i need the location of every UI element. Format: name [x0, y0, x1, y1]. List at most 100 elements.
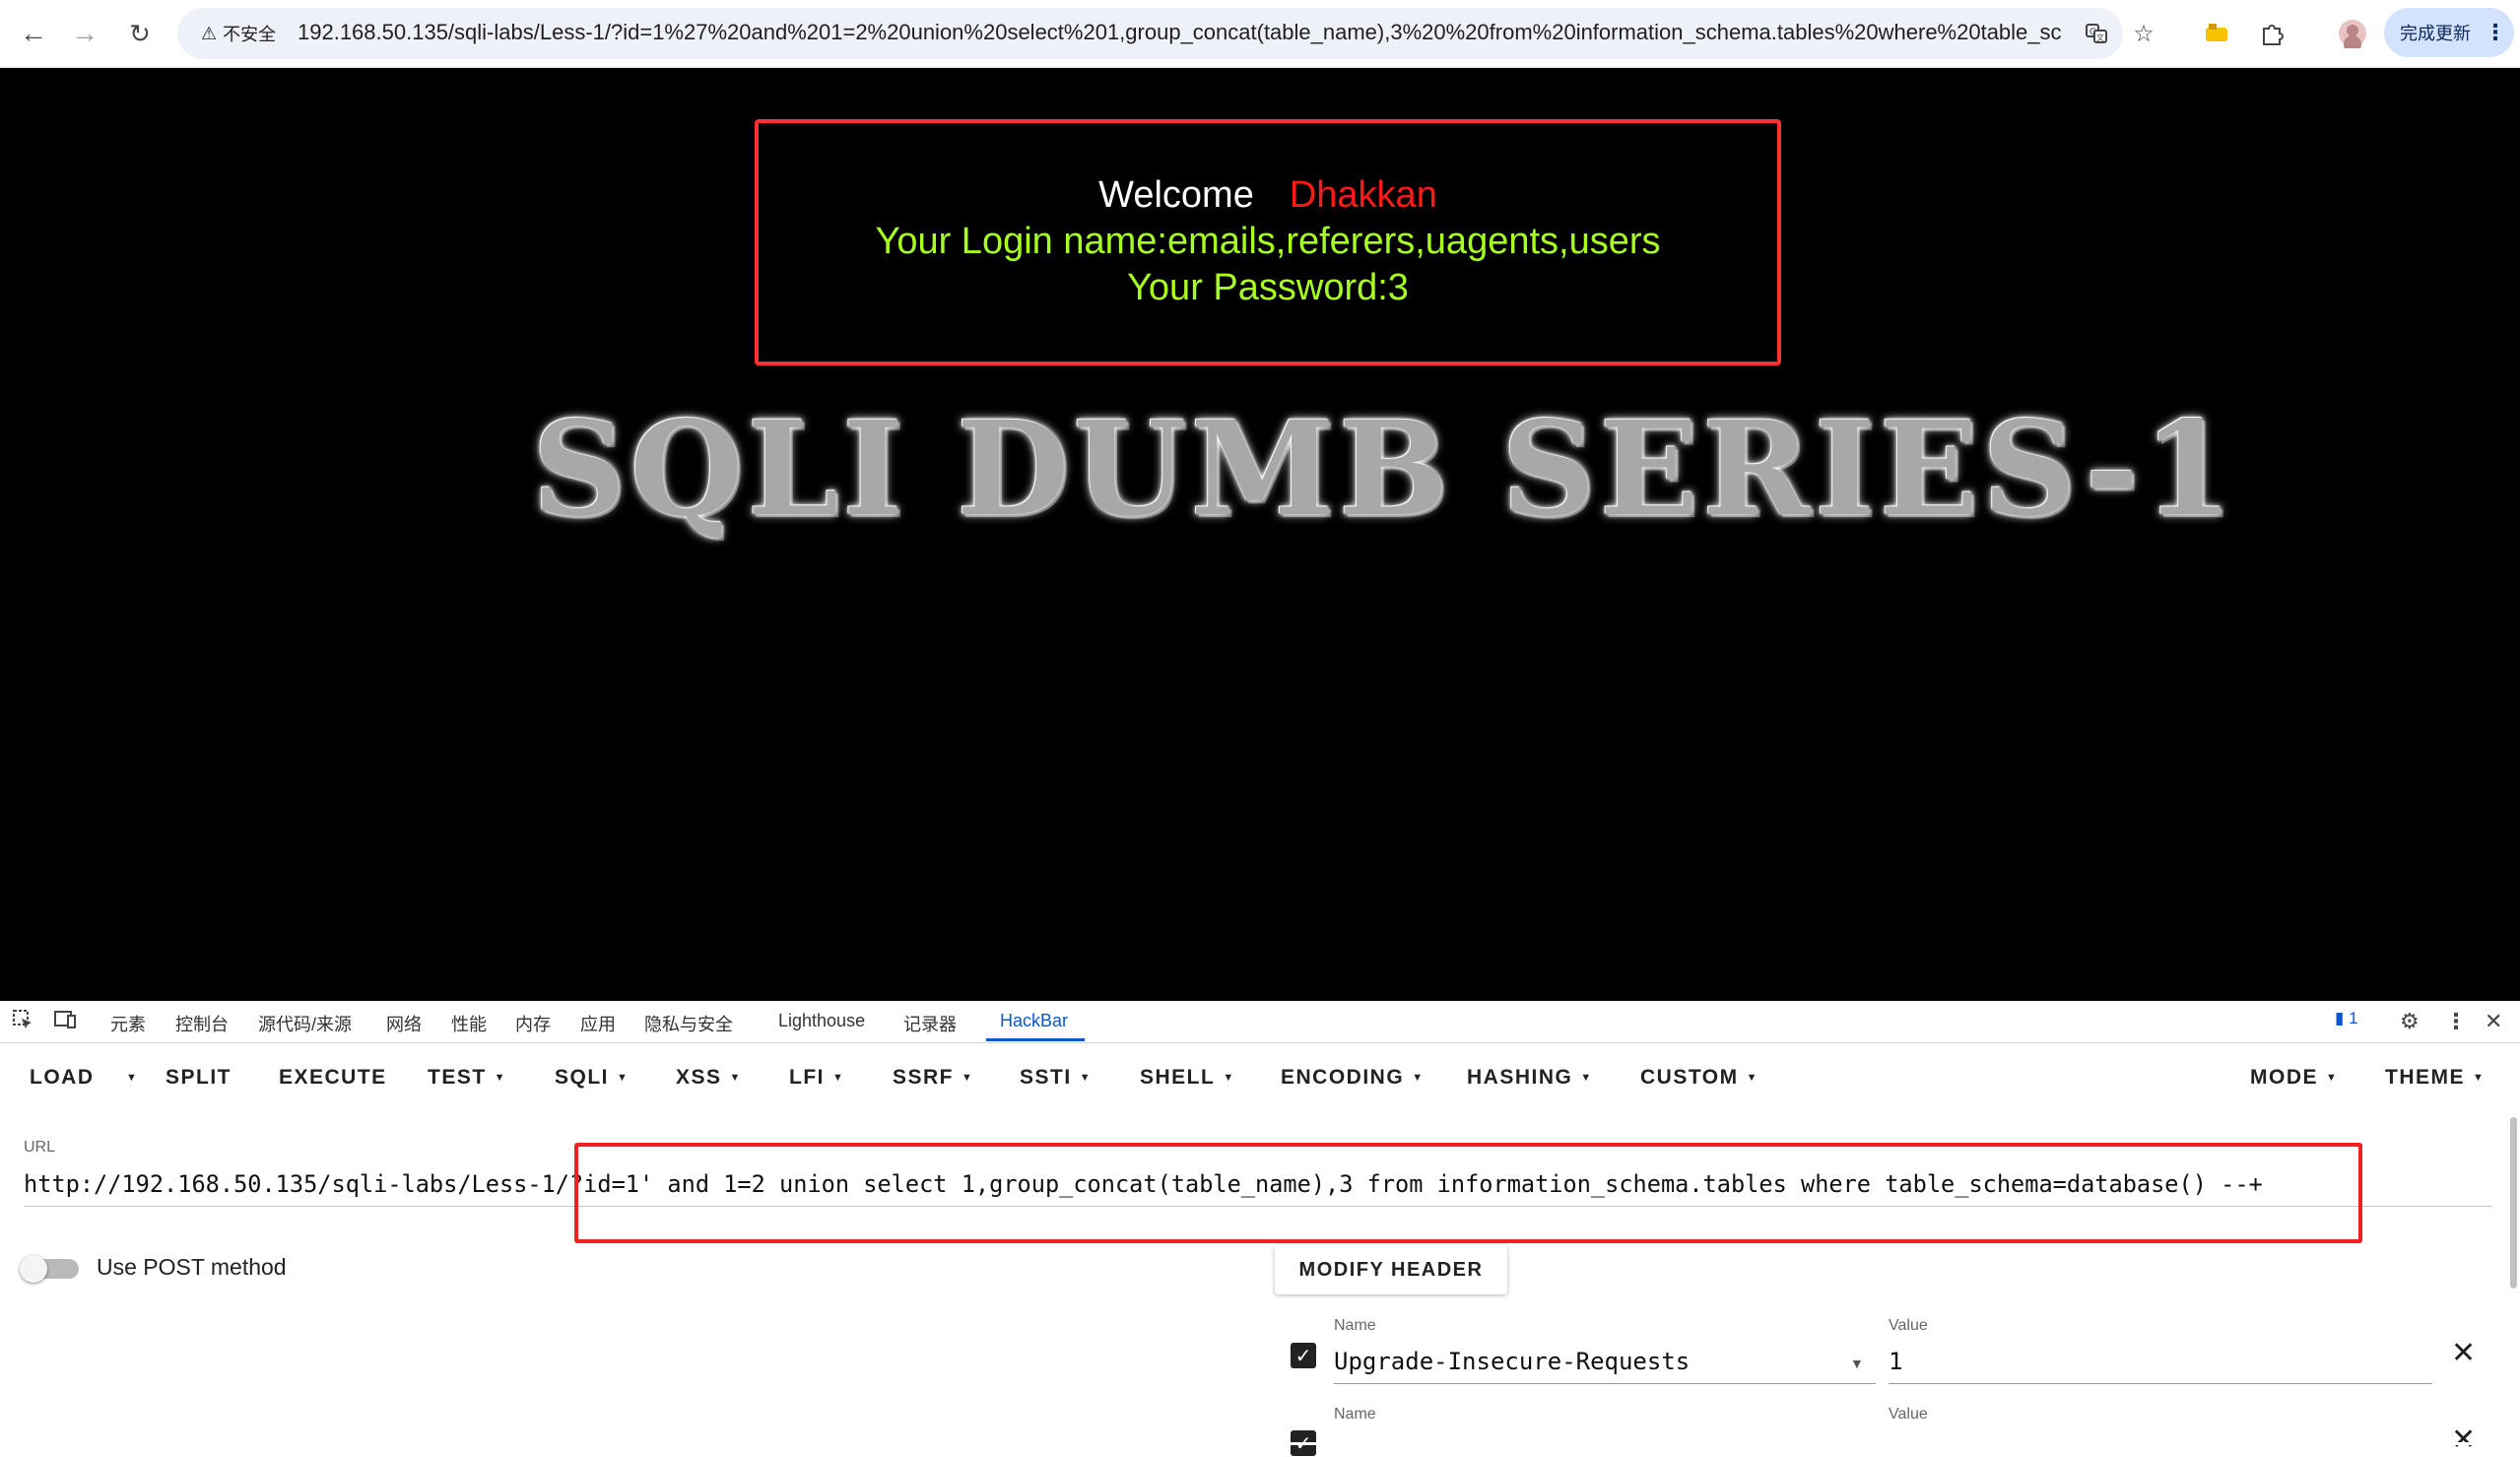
highlight-annotation: [574, 1143, 2362, 1243]
post-method-label: Use POST method: [97, 1254, 287, 1280]
tab-lighthouse[interactable]: Lighthouse: [778, 1011, 865, 1031]
shell-label: SHELL: [1140, 1066, 1216, 1089]
tab-sources[interactable]: 源代码/来源: [258, 1011, 352, 1036]
chevron-down-icon: ▼: [962, 1072, 974, 1084]
header-value-input[interactable]: 1: [1889, 1348, 1902, 1375]
encoding-label: ENCODING: [1281, 1066, 1405, 1089]
series-banner: SQLI DUMB SERIES-1: [532, 393, 2237, 546]
encoding-menu[interactable]: ENCODING ▼: [1281, 1066, 1425, 1090]
chevron-down-icon: ▼: [126, 1072, 139, 1084]
chevron-down-icon: ▼: [1079, 1072, 1093, 1084]
hashing-label: HASHING: [1467, 1066, 1573, 1089]
devtools-tabbar: 元素 控制台 源代码/来源 网络 性能 内存 应用 隐私与安全 Lighthou…: [0, 1001, 2520, 1043]
update-button[interactable]: 完成更新 ⋮: [2384, 8, 2514, 57]
tab-recorder[interactable]: 记录器: [903, 1011, 957, 1036]
welcome-text: Welcome: [1098, 174, 1254, 216]
chevron-down-icon: ▼: [2326, 1072, 2339, 1084]
security-label: 不安全: [223, 25, 277, 44]
gear-icon[interactable]: ⚙: [2400, 1009, 2420, 1034]
warning-triangle-icon: ⚠: [201, 23, 218, 43]
tab-hackbar[interactable]: HackBar: [1000, 1011, 1068, 1031]
theme-menu[interactable]: THEME ▼: [2385, 1066, 2485, 1090]
device-toolbar-icon[interactable]: [53, 1009, 77, 1036]
split-button[interactable]: SPLIT: [166, 1066, 232, 1090]
welcome-name: Dhakkan: [1289, 174, 1437, 216]
back-arrow-icon[interactable]: ←: [14, 14, 53, 53]
mode-label: MODE: [2250, 1066, 2318, 1089]
scrollbar-thumb[interactable]: [2510, 1117, 2517, 1289]
star-icon[interactable]: ☆: [2128, 18, 2159, 49]
address-text[interactable]: 192.168.50.135/sqli-labs/Less-1/?id=1%27…: [298, 20, 2061, 45]
load-button[interactable]: LOAD: [30, 1066, 95, 1090]
ssti-menu[interactable]: SSTI ▼: [1020, 1066, 1092, 1090]
load-dropdown[interactable]: ▼: [118, 1066, 138, 1090]
browser-toolbar: ← → ↻ ⚠ 不安全 192.168.50.135/sqli-labs/Les…: [0, 0, 2520, 68]
puzzle-icon[interactable]: [2254, 16, 2289, 51]
reload-icon[interactable]: ↻: [120, 14, 160, 53]
xss-menu[interactable]: XSS ▼: [676, 1066, 742, 1090]
close-icon[interactable]: ✕: [2485, 1009, 2502, 1034]
modify-header-button[interactable]: MODIFY HEADER: [1275, 1245, 1507, 1294]
more-options-icon[interactable]: ⋮: [2445, 1009, 2467, 1034]
sqli-menu[interactable]: SQLI ▼: [555, 1066, 629, 1090]
tab-performance[interactable]: 性能: [451, 1011, 487, 1036]
custom-menu[interactable]: CUSTOM ▼: [1640, 1066, 1758, 1090]
chevron-down-icon: ▼: [729, 1072, 742, 1084]
mode-menu[interactable]: MODE ▼: [2250, 1066, 2338, 1090]
header-name-input[interactable]: Upgrade-Insecure-Requests: [1334, 1348, 1690, 1375]
more-vert-icon[interactable]: ⋮: [2485, 20, 2506, 45]
page-viewport: Welcome Dhakkan Your Login name:emails,re…: [0, 68, 2520, 1001]
tab-elements[interactable]: 元素: [110, 1011, 146, 1036]
custom-label: CUSTOM: [1640, 1066, 1739, 1089]
chevron-down-icon[interactable]: ▼: [1850, 1356, 1864, 1371]
tab-privacy-security[interactable]: 隐私与安全: [644, 1011, 733, 1036]
tab-network[interactable]: 网络: [386, 1011, 422, 1036]
inspect-element-icon[interactable]: [12, 1009, 33, 1036]
post-toggle[interactable]: [20, 1255, 47, 1283]
url-field-label: URL: [24, 1139, 56, 1156]
header-name-underline: [1334, 1383, 1876, 1384]
message-icon: ▮: [2335, 1009, 2345, 1027]
hackbar-toolbar: LOAD ▼ SPLIT EXECUTE TEST ▼ SQLI ▼ XSS ▼ LF…: [0, 1042, 2520, 1113]
ssti-label: SSTI: [1020, 1066, 1072, 1089]
tab-console[interactable]: 控制台: [175, 1011, 229, 1036]
extension-icon[interactable]: [2199, 16, 2234, 51]
tab-application[interactable]: 应用: [580, 1011, 616, 1036]
header-value-underline: [1889, 1383, 2432, 1384]
header-value-label: Value: [1889, 1406, 1928, 1423]
remove-header-icon[interactable]: ✕: [2451, 1423, 2476, 1457]
chevron-down-icon: ▼: [1746, 1072, 1759, 1084]
xss-label: XSS: [676, 1066, 722, 1089]
test-menu[interactable]: TEST ▼: [428, 1066, 506, 1090]
execute-button[interactable]: EXECUTE: [279, 1066, 387, 1090]
hashing-menu[interactable]: HASHING ▼: [1467, 1066, 1593, 1090]
lfi-menu[interactable]: LFI ▼: [789, 1066, 844, 1090]
profile-icon[interactable]: [2335, 16, 2370, 51]
login-result-box: Welcome Dhakkan Your Login name:emails,re…: [755, 119, 1781, 365]
ssrf-menu[interactable]: SSRF ▼: [893, 1066, 973, 1090]
header-value-label: Value: [1889, 1317, 1928, 1334]
svg-text:文: 文: [2096, 33, 2104, 42]
remove-header-icon[interactable]: ✕: [2451, 1336, 2476, 1370]
tab-memory[interactable]: 内存: [515, 1011, 551, 1036]
ssrf-label: SSRF: [893, 1066, 955, 1089]
header-name-label: Name: [1334, 1317, 1376, 1334]
chevron-down-icon: ▼: [1580, 1072, 1593, 1084]
lfi-label: LFI: [789, 1066, 825, 1089]
theme-label: THEME: [2385, 1066, 2465, 1089]
chevron-down-icon: ▼: [494, 1072, 507, 1084]
sqli-label: SQLI: [555, 1066, 610, 1089]
forward-arrow-icon[interactable]: →: [65, 14, 104, 53]
security-chip[interactable]: ⚠ 不安全: [189, 16, 288, 51]
chevron-down-icon: ▼: [832, 1072, 845, 1084]
devtools-panel: 元素 控制台 源代码/来源 网络 性能 内存 应用 隐私与安全 Lighthou…: [0, 1001, 2520, 1456]
login-name-text: Your Login name:emails,referers,uagents,…: [875, 221, 1661, 262]
translate-icon[interactable]: G文: [2081, 18, 2112, 49]
chevron-down-icon: ▼: [2473, 1072, 2486, 1084]
address-bar[interactable]: ⚠ 不安全 192.168.50.135/sqli-labs/Less-1/?i…: [177, 8, 2155, 59]
update-label: 完成更新: [2400, 24, 2471, 43]
chevron-down-icon: ▼: [617, 1072, 630, 1084]
shell-menu[interactable]: SHELL ▼: [1140, 1066, 1235, 1090]
issues-badge[interactable]: ▮ 1: [2335, 1009, 2358, 1028]
header-enabled-checkbox[interactable]: ✓: [1291, 1343, 1316, 1368]
